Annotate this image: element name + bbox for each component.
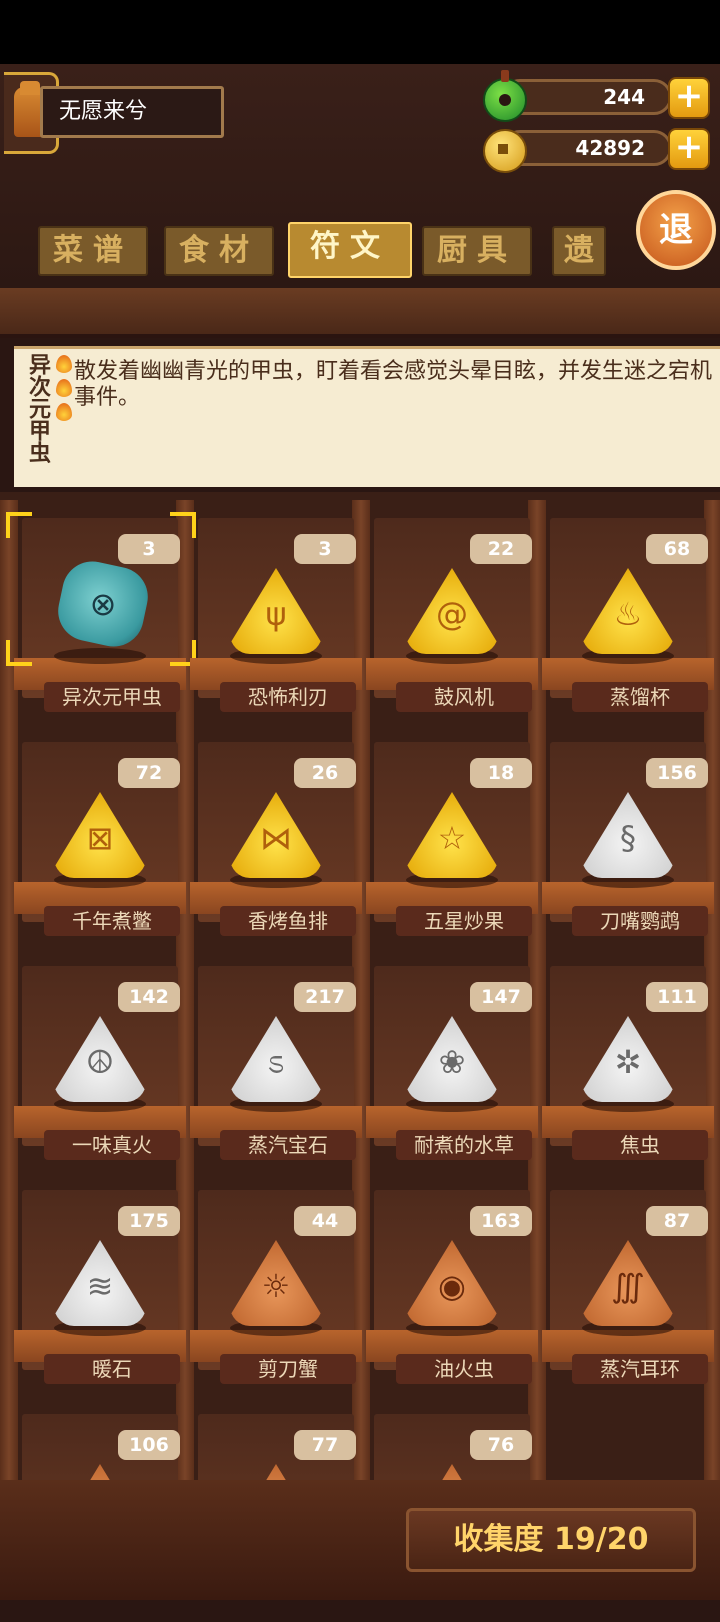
rune-slot[interactable]: ✲ 111 焦虫	[542, 960, 714, 1174]
rune-name: 剪刀蟹	[220, 1354, 356, 1384]
rune-glyph-icon: ☮	[85, 1043, 115, 1081]
rune-name: 一味真火	[44, 1130, 180, 1160]
add-coin-button[interactable]: +	[668, 128, 710, 170]
add-jade-button[interactable]: +	[668, 77, 710, 119]
player-name: 无愿来兮	[40, 86, 224, 138]
coin-counter: 42892	[502, 130, 672, 166]
rune-name: 千年煮鳖	[44, 906, 180, 936]
exit-button[interactable]: 退	[636, 190, 716, 270]
rune-slot[interactable]: @22 鼓风机	[366, 512, 538, 726]
rune-count: 44	[294, 1206, 356, 1236]
rune-glyph-icon: ☼	[261, 1267, 291, 1305]
rune-name: 暖石	[44, 1354, 180, 1384]
rune-count: 3	[118, 534, 180, 564]
rune-glyph-icon: ∭	[611, 1267, 645, 1305]
rune-count: 142	[118, 982, 180, 1012]
rune-glyph-icon: ☆	[437, 819, 467, 857]
rune-detail-description: 散发着幽幽青光的甲虫，盯着看会感觉头晕目眩，并发生迷之宕机事件。	[74, 359, 713, 410]
rune-count: 18	[470, 758, 532, 788]
rune-slot[interactable]: ∭ 87 蒸汽耳环	[542, 1184, 714, 1398]
rune-slot[interactable]: ⊗ 3 异次元甲虫	[6, 512, 196, 726]
rune-glyph-icon: ✲	[614, 1043, 642, 1081]
rune-count: 175	[118, 1206, 180, 1236]
rune-count: 72	[118, 758, 180, 788]
rune-glyph-icon: ψ	[265, 595, 287, 633]
rune-name: 蒸馏杯	[572, 682, 708, 712]
rune-slot[interactable]: § 156 刀嘴鹦鹉	[542, 736, 714, 950]
flame-icon	[56, 355, 72, 373]
rune-count: 163	[470, 1206, 532, 1236]
rune-name: 刀嘴鹦鹉	[572, 906, 708, 936]
collection-progress: 收集度 19/20	[406, 1508, 696, 1572]
rune-glyph-icon: ♨	[613, 595, 643, 633]
rune-count: 22	[470, 534, 532, 564]
rune-name: 异次元甲虫	[44, 682, 180, 712]
rune-name: 焦虫	[572, 1130, 708, 1160]
rune-glyph-icon: ⋈	[260, 819, 292, 857]
rune-name: 蒸汽宝石	[220, 1130, 356, 1160]
rune-count: 156	[646, 758, 708, 788]
jade-icon	[483, 70, 527, 122]
rune-slot[interactable]: ☆ 18 五星炒果	[366, 736, 538, 950]
rune-count: 217	[294, 982, 356, 1012]
rune-glyph-icon: ⊗	[89, 585, 117, 623]
rune-glyph-icon: @	[436, 595, 468, 633]
shelf-top	[0, 288, 720, 338]
rune-count: 87	[646, 1206, 708, 1236]
rune-slot[interactable]: ◉ 163 油火虫	[366, 1184, 538, 1398]
rune-slot[interactable]: ಽ 217 蒸汽宝石	[190, 960, 362, 1174]
rune-slot[interactable]: ☮ 142 一味真火	[14, 960, 186, 1174]
rune-name: 油火虫	[396, 1354, 532, 1384]
rune-slot[interactable]: ☼ 44 剪刀蟹	[190, 1184, 362, 1398]
tab-utensils[interactable]: 厨具	[422, 226, 532, 276]
selection-corner	[6, 512, 32, 538]
stone-shadow	[54, 648, 146, 664]
rune-glyph-icon: ◉	[438, 1267, 466, 1305]
selection-corner	[6, 640, 32, 666]
rune-name: 蒸汽耳环	[572, 1354, 708, 1384]
rune-name: 耐煮的水草	[396, 1130, 532, 1160]
rune-count: 147	[470, 982, 532, 1012]
rune-count: 76	[470, 1430, 532, 1460]
rune-detail-panel: 异次元甲虫 散发着幽幽青光的甲虫，盯着看会感觉头晕目眩，并发生迷之宕机事件。	[14, 346, 720, 487]
rune-name: 五星炒果	[396, 906, 532, 936]
status-bar	[0, 0, 720, 64]
rune-count: 3	[294, 534, 356, 564]
rune-glyph-icon: ≋	[86, 1267, 114, 1305]
rune-glyph-icon: §	[620, 819, 636, 857]
rune-slot[interactable]: ❀ 147 耐煮的水草	[366, 960, 538, 1174]
flame-icon	[56, 403, 72, 421]
rune-count: 77	[294, 1430, 356, 1460]
coin-icon	[483, 129, 527, 173]
rune-count: 26	[294, 758, 356, 788]
rune-glyph-icon: ಽ	[267, 1043, 285, 1081]
rune-count: 68	[646, 534, 708, 564]
rune-name: 香烤鱼排	[220, 906, 356, 936]
flame-icon	[56, 379, 72, 397]
rune-glyph-icon: ❀	[438, 1043, 466, 1081]
rune-slot[interactable]: ψ 3 恐怖利刃	[190, 512, 362, 726]
rune-slot[interactable]: ⊠ 72 千年煮鳖	[14, 736, 186, 950]
rune-glyph-icon: ⊠	[86, 819, 114, 857]
rune-slot[interactable]: ⋈ 26 香烤鱼排	[190, 736, 362, 950]
rune-name: 鼓风机	[396, 682, 532, 712]
rune-count: 111	[646, 982, 708, 1012]
rune-detail-title: 异次元甲虫	[25, 353, 50, 463]
tab-recipes[interactable]: 菜谱	[38, 226, 148, 276]
rune-slot[interactable]: ♨ 68 蒸馏杯	[542, 512, 714, 726]
rune-name: 恐怖利刃	[220, 682, 356, 712]
rune-slot[interactable]: ≋ 175 暖石	[14, 1184, 186, 1398]
rune-count: 106	[118, 1430, 180, 1460]
jade-counter: 244	[502, 79, 672, 115]
tab-runes[interactable]: 符文	[288, 222, 412, 278]
tab-ingredients[interactable]: 食材	[164, 226, 274, 276]
tab-relics[interactable]: 遗	[552, 226, 606, 276]
